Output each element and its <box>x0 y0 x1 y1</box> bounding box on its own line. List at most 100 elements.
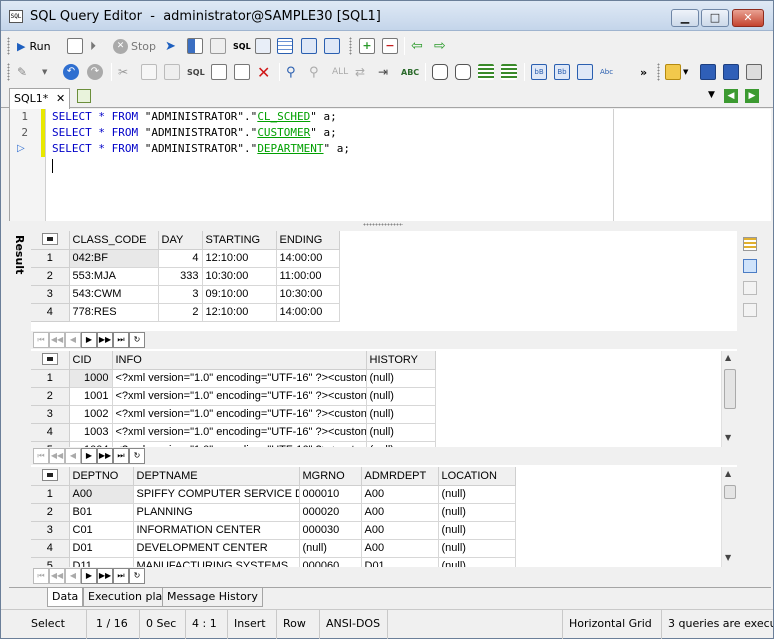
delete-row-button[interactable]: − <box>382 36 398 56</box>
close-icon[interactable]: ✕ <box>56 92 65 105</box>
outdent-button[interactable] <box>501 62 517 82</box>
last-page-icon[interactable]: ⏭ <box>113 448 129 464</box>
table-cell[interactable]: (null) <box>438 521 516 540</box>
table-cell[interactable]: (null) <box>438 539 516 558</box>
scroll-thumb[interactable] <box>724 369 736 409</box>
table-row[interactable]: 1 1000 <?xml version="1.0" encoding="UTF… <box>31 369 436 388</box>
editor-result-splitter[interactable] <box>9 221 771 229</box>
table-cell[interactable]: (null) <box>366 405 436 424</box>
toolbar-grip[interactable] <box>7 63 10 81</box>
sql-table-name[interactable]: CL_SCHED <box>257 110 310 123</box>
toolbar-overflow[interactable]: » <box>640 62 647 82</box>
rollback-button[interactable]: ⇨ <box>434 36 446 56</box>
uppercase-button[interactable]: bB <box>531 62 547 82</box>
find-all-button[interactable]: ALL <box>332 62 348 82</box>
print-button[interactable] <box>746 62 762 82</box>
tab-message-history[interactable]: Message History <box>162 588 263 607</box>
sql-table-name[interactable]: CUSTOMER <box>257 126 310 139</box>
table-row[interactable]: 3 1002 <?xml version="1.0" encoding="UTF… <box>31 405 436 424</box>
indent-button[interactable] <box>478 62 494 82</box>
add-row-button[interactable]: + <box>359 36 375 56</box>
table-cell[interactable]: 000030 <box>299 521 362 540</box>
table-cell[interactable]: (null) <box>366 369 436 388</box>
table-cell[interactable]: D01 <box>69 539 134 558</box>
table-row[interactable]: 1 042:BF 4 12:10:00 14:00:00 <box>31 249 340 268</box>
last-page-icon[interactable]: ⏭ <box>113 332 129 348</box>
next-page-icon[interactable]: ▶▶ <box>97 332 113 348</box>
code-line[interactable]: SELECT * FROM "ADMINISTRATOR"."CL_SCHED"… <box>52 110 337 123</box>
table-cell[interactable]: <?xml version="1.0" encoding="UTF-16" ?>… <box>112 369 367 388</box>
table-cell[interactable]: 10:30:00 <box>276 285 340 304</box>
row-number[interactable]: 3 <box>31 285 70 304</box>
table-cell[interactable]: (null) <box>438 503 516 522</box>
column-header[interactable]: LOCATION <box>438 467 516 486</box>
sql-file-button[interactable] <box>255 36 271 56</box>
cut-button[interactable]: ✂ <box>118 62 128 82</box>
table-cell[interactable]: 778:RES <box>69 303 159 322</box>
code-line[interactable]: SELECT * FROM "ADMINISTRATOR"."DEPARTMEN… <box>52 142 350 155</box>
table-row[interactable]: 3 C01 INFORMATION CENTER 000030 A00 (nul… <box>31 521 516 540</box>
vertical-scrollbar[interactable]: ▲ ▼ <box>721 351 737 447</box>
table-cell[interactable]: A00 <box>69 485 134 504</box>
column-header[interactable]: ENDING <box>276 231 340 250</box>
column-header[interactable]: CLASS_CODE <box>69 231 159 250</box>
column-header[interactable]: DEPTNAME <box>133 467 300 486</box>
table-row[interactable]: 3 543:CWM 3 09:10:00 10:30:00 <box>31 285 340 304</box>
commit-button[interactable]: ⇦ <box>411 36 423 56</box>
column-header[interactable]: DAY <box>158 231 203 250</box>
table-cell[interactable]: <?xml version="1.0" encoding="UTF-16" ?>… <box>112 405 367 424</box>
text-view-button[interactable] <box>301 36 317 56</box>
row-number[interactable]: 4 <box>31 423 70 442</box>
text-view-icon[interactable] <box>743 303 757 317</box>
row-number[interactable]: 2 <box>31 387 70 406</box>
vertical-scrollbar[interactable]: ▲ ▼ <box>721 467 737 567</box>
table-cell[interactable]: 09:10:00 <box>202 285 277 304</box>
new-doc-button[interactable] <box>234 62 250 82</box>
grid-view-button[interactable] <box>277 36 293 56</box>
prev-row-icon[interactable]: ◀ <box>65 568 81 584</box>
form-view-icon[interactable] <box>743 281 757 295</box>
row-number[interactable]: 3 <box>31 521 70 540</box>
table-cell[interactable]: 14:00:00 <box>276 249 340 268</box>
next-row-icon[interactable]: ▶ <box>81 448 97 464</box>
last-page-icon[interactable]: ⏭ <box>113 568 129 584</box>
paste-button[interactable] <box>164 62 180 82</box>
lowercase-button[interactable]: Bb <box>554 62 570 82</box>
table-cell[interactable]: A00 <box>361 539 439 558</box>
table-cell[interactable]: 1001 <box>69 387 113 406</box>
table-cell[interactable]: 543:CWM <box>69 285 159 304</box>
find-next-button[interactable]: ⚲ <box>309 62 319 82</box>
grid-stack-icon[interactable] <box>743 237 757 251</box>
tab-next-button[interactable]: ▶ <box>745 89 759 103</box>
stop-button[interactable]: ✕ Stop <box>113 36 156 56</box>
tab-sql1[interactable]: SQL1* ✕ <box>9 88 70 109</box>
first-page-icon[interactable]: ⏮ <box>33 448 49 464</box>
refresh-icon[interactable]: ↻ <box>129 448 145 464</box>
table-cell[interactable]: SPIFFY COMPUTER SERVICE DIV. <box>133 485 300 504</box>
row-number[interactable]: 4 <box>31 539 70 558</box>
toolbar-grip[interactable] <box>657 63 660 81</box>
format-button[interactable] <box>210 36 226 56</box>
scroll-thumb[interactable] <box>724 485 736 499</box>
column-header[interactable]: INFO <box>112 351 367 370</box>
table-cell[interactable]: 2 <box>158 303 203 322</box>
row-number[interactable]: 2 <box>31 267 70 286</box>
table-cell[interactable]: (null) <box>438 485 516 504</box>
undo-button[interactable]: ↶ <box>63 62 79 82</box>
single-grid-icon[interactable] <box>743 259 757 273</box>
table-cell[interactable]: <?xml version="1.0" encoding="UTF-16" ?>… <box>112 423 367 442</box>
table-cell[interactable]: A00 <box>361 503 439 522</box>
toolbar-grip[interactable] <box>349 37 352 55</box>
sql-table-name[interactable]: DEPARTMENT <box>257 142 323 155</box>
execute-cursor-button[interactable]: ➤ <box>165 36 176 56</box>
table-cell[interactable]: C01 <box>69 521 134 540</box>
tab-data[interactable]: Data <box>47 588 84 607</box>
status-grid-layout[interactable]: Horizontal Grid <box>563 610 662 639</box>
comment-button[interactable] <box>432 62 448 82</box>
table-cell[interactable]: 1000 <box>69 369 113 388</box>
column-header[interactable]: ADMRDEPT <box>361 467 439 486</box>
select-all-button[interactable] <box>211 62 227 82</box>
table-cell[interactable]: (null) <box>366 387 436 406</box>
redo-button[interactable]: ↷ <box>87 62 103 82</box>
prev-page-icon[interactable]: ◀◀ <box>49 568 65 584</box>
